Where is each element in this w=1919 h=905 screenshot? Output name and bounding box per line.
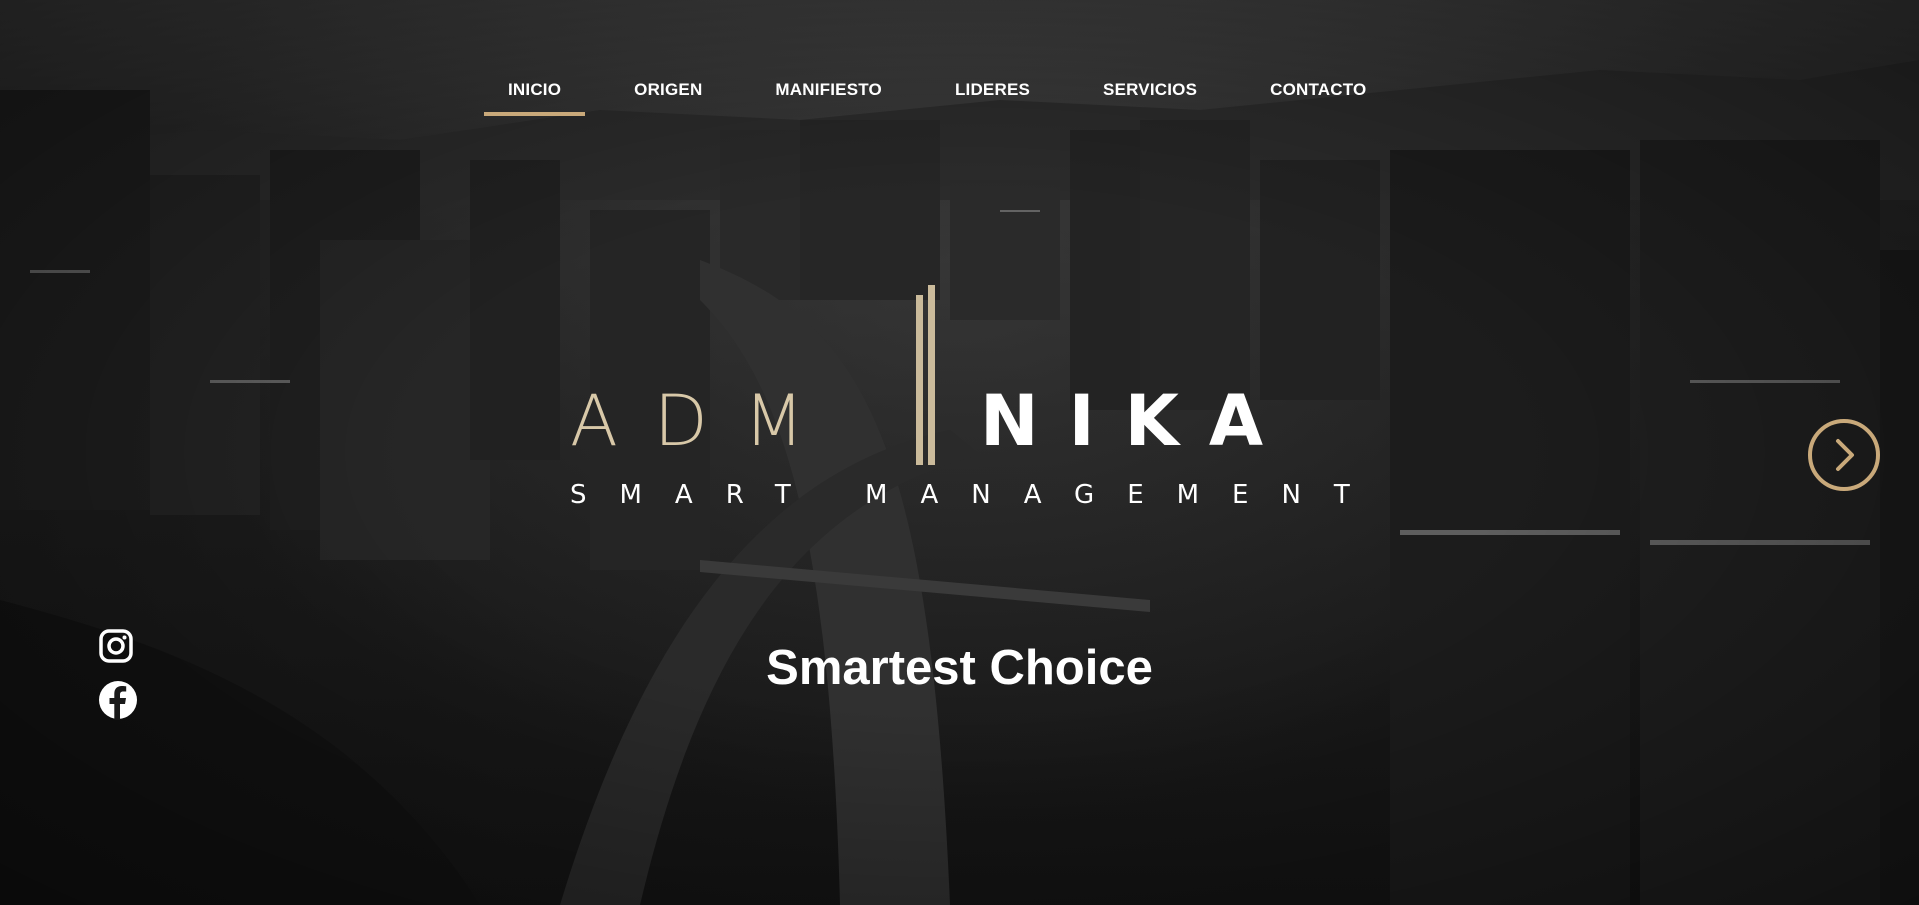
instagram-icon <box>99 629 133 663</box>
logo-pillar-left <box>916 295 923 465</box>
chevron-right-circle-icon <box>1808 419 1880 491</box>
logo-wordmark-right: NIKA <box>980 380 1293 462</box>
logo-wordmark-left: ADM <box>570 380 840 462</box>
facebook-icon <box>99 681 137 720</box>
nav-item-origen[interactable]: ORIGEN <box>610 70 726 114</box>
nav-item-manifiesto[interactable]: MANIFIESTO <box>751 70 906 114</box>
social-links <box>98 628 138 732</box>
nav-item-lideres[interactable]: LIDERES <box>931 70 1054 114</box>
carousel-next-button[interactable] <box>1807 418 1881 492</box>
logo-subtitle: SMART MANAGEMENT <box>570 480 1360 510</box>
adminika-logo: ADM NIKA SMART MANAGEMENT <box>570 285 1360 510</box>
nav-item-contacto[interactable]: CONTACTO <box>1246 70 1390 114</box>
nav-item-inicio[interactable]: INICIO <box>484 70 586 116</box>
instagram-link[interactable] <box>98 628 138 668</box>
nav-item-servicios[interactable]: SERVICIOS <box>1079 70 1221 114</box>
main-nav: INICIO ORIGEN MANIFIESTO LIDERES SERVICI… <box>484 70 1415 116</box>
logo-pillar-right <box>928 285 935 465</box>
facebook-link[interactable] <box>98 680 138 720</box>
hero-tagline: Smartest Choice <box>766 641 1153 695</box>
